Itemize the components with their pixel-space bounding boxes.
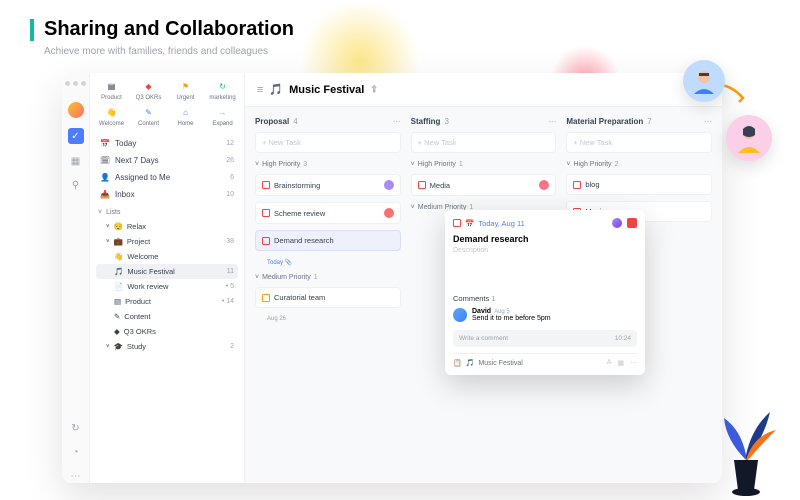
quick-urgent[interactable]: ⚑Urgent — [170, 79, 201, 101]
smart-assigned-to-me[interactable]: 👤Assigned to Me6 — [96, 169, 238, 186]
search-nav-icon[interactable]: ⚲ — [69, 178, 83, 192]
new-task-button[interactable]: + New Task — [255, 132, 401, 153]
person-avatar-2 — [726, 115, 772, 161]
smart-next-7-days[interactable]: 🗓Next 7 Days26 — [96, 152, 238, 169]
assignee-avatar[interactable] — [612, 218, 622, 228]
board-icon: 🎵 — [269, 83, 283, 96]
task-card[interactable]: blog — [566, 174, 712, 195]
popup-description[interactable]: Description — [453, 247, 637, 254]
assignee-avatar — [384, 208, 394, 218]
task-checkbox[interactable] — [262, 181, 270, 189]
page-title: Sharing and Collaboration — [44, 18, 294, 41]
list-q3-okrs[interactable]: ◆Q3 OKRs — [96, 324, 238, 339]
calendar-icon: 📅 — [465, 219, 474, 228]
task-card[interactable]: Brainstorming — [255, 174, 401, 196]
smart-inbox[interactable]: 📥Inbox10 — [96, 186, 238, 203]
quick-home[interactable]: ⌂Home — [170, 105, 201, 127]
group-header[interactable]: ˅High Priority1 — [411, 161, 557, 168]
user-avatar[interactable] — [68, 102, 84, 118]
person-avatar-1 — [683, 60, 725, 102]
task-card[interactable]: Media — [411, 174, 557, 196]
page-subtitle: Achieve more with families, friends and … — [44, 46, 294, 57]
column-more-icon[interactable]: ⋯ — [393, 117, 401, 126]
quick-marketing[interactable]: ↻marketing — [207, 79, 238, 101]
column-more-icon[interactable]: ⋯ — [548, 117, 556, 126]
quick-product[interactable]: ▤Product — [96, 79, 127, 101]
group-header[interactable]: ˅Medium Priority1 — [255, 274, 401, 281]
group-header[interactable]: ˅High Priority3 — [255, 161, 401, 168]
attach-icon[interactable]: ▦ — [617, 359, 624, 367]
more-icon[interactable]: ⋯ — [69, 469, 83, 483]
comment-avatar — [453, 308, 467, 322]
lists-section-header[interactable]: ˅Lists — [96, 203, 238, 219]
list-chip-icon: 📋 — [453, 359, 462, 367]
task-card[interactable]: Demand research — [255, 230, 401, 251]
task-checkbox[interactable] — [573, 181, 581, 189]
share-icon[interactable]: ⇪ — [370, 84, 378, 95]
assignee-avatar — [384, 180, 394, 190]
list-content[interactable]: ✎Content — [96, 309, 238, 324]
calendar-nav-icon[interactable]: ▦ — [69, 154, 83, 168]
popup-title[interactable]: Demand research — [453, 234, 637, 244]
list-welcome[interactable]: 👋Welcome — [96, 249, 238, 264]
popup-checkbox[interactable] — [453, 219, 461, 227]
comment-item: DavidAug 5 Send it to me before 5pm — [453, 308, 637, 322]
plant-decoration — [706, 400, 786, 500]
window-controls[interactable] — [65, 81, 86, 86]
hamburger-icon[interactable]: ≡ — [257, 84, 263, 96]
quick-content[interactable]: ✎Content — [133, 105, 164, 127]
list-project[interactable]: ˅💼Project38 — [96, 234, 238, 249]
new-task-button[interactable]: + New Task — [566, 132, 712, 153]
board-title-text: Music Festival — [289, 84, 364, 96]
comment-text: Send it to me before 5pm — [472, 315, 551, 322]
flag-icon[interactable] — [627, 218, 637, 228]
sidebar: ▤Product ◆Q3 OKRs ⚑Urgent ↻marketing 👋Welco… — [90, 73, 245, 483]
task-checkbox[interactable] — [262, 209, 270, 217]
list-music-festival[interactable]: 🎵Music Festival11 — [96, 264, 238, 279]
list-study[interactable]: ˅🎓Study2 — [96, 339, 238, 354]
quick-q3 okrs[interactable]: ◆Q3 OKRs — [133, 79, 164, 101]
list-work-review[interactable]: 📄Work review• 5 — [96, 279, 238, 294]
popup-more-icon[interactable]: ⋯ — [630, 359, 637, 367]
task-checkbox[interactable] — [262, 294, 270, 302]
new-task-button[interactable]: + New Task — [411, 132, 557, 153]
list-relax[interactable]: ˅😌Relax — [96, 219, 238, 234]
quick-expand[interactable]: →Expand — [207, 105, 238, 127]
checkbox-nav-icon[interactable]: ✓ — [68, 128, 84, 144]
chevron-down-icon: ˅ — [98, 209, 102, 216]
comment-input[interactable]: Write a comment10:24 — [453, 330, 637, 347]
font-icon[interactable]: A — [607, 359, 612, 367]
quick-welcome[interactable]: 👋Welcome — [96, 105, 127, 127]
task-checkbox[interactable] — [262, 237, 270, 245]
task-card[interactable]: Curatorial team — [255, 287, 401, 308]
list-product[interactable]: ▤Product• 14 — [96, 294, 238, 309]
smart-today[interactable]: 📅Today12 — [96, 135, 238, 152]
left-rail: ✓ ▦ ⚲ ↻ ◔ ⋯ — [62, 73, 90, 483]
task-detail-popup: 📅 Today, Aug 11 Demand research Descript… — [445, 210, 645, 375]
popup-date-text[interactable]: Today, Aug 11 — [478, 219, 524, 228]
group-header[interactable]: ˅High Priority2 — [566, 161, 712, 168]
bell-icon[interactable]: ◔ — [69, 445, 83, 459]
task-checkbox[interactable] — [418, 181, 426, 189]
sync-icon[interactable]: ↻ — [69, 421, 83, 435]
task-card[interactable]: Scheme review — [255, 202, 401, 224]
column-proposal: Proposal4⋯ + New Task˅High Priority3Brai… — [255, 117, 401, 473]
board-header: ≡ 🎵 Music Festival ⇪ ⟱ ⋯ — [245, 73, 722, 107]
marketing-header: Sharing and Collaboration Achieve more w… — [30, 18, 294, 57]
assignee-avatar — [539, 180, 549, 190]
